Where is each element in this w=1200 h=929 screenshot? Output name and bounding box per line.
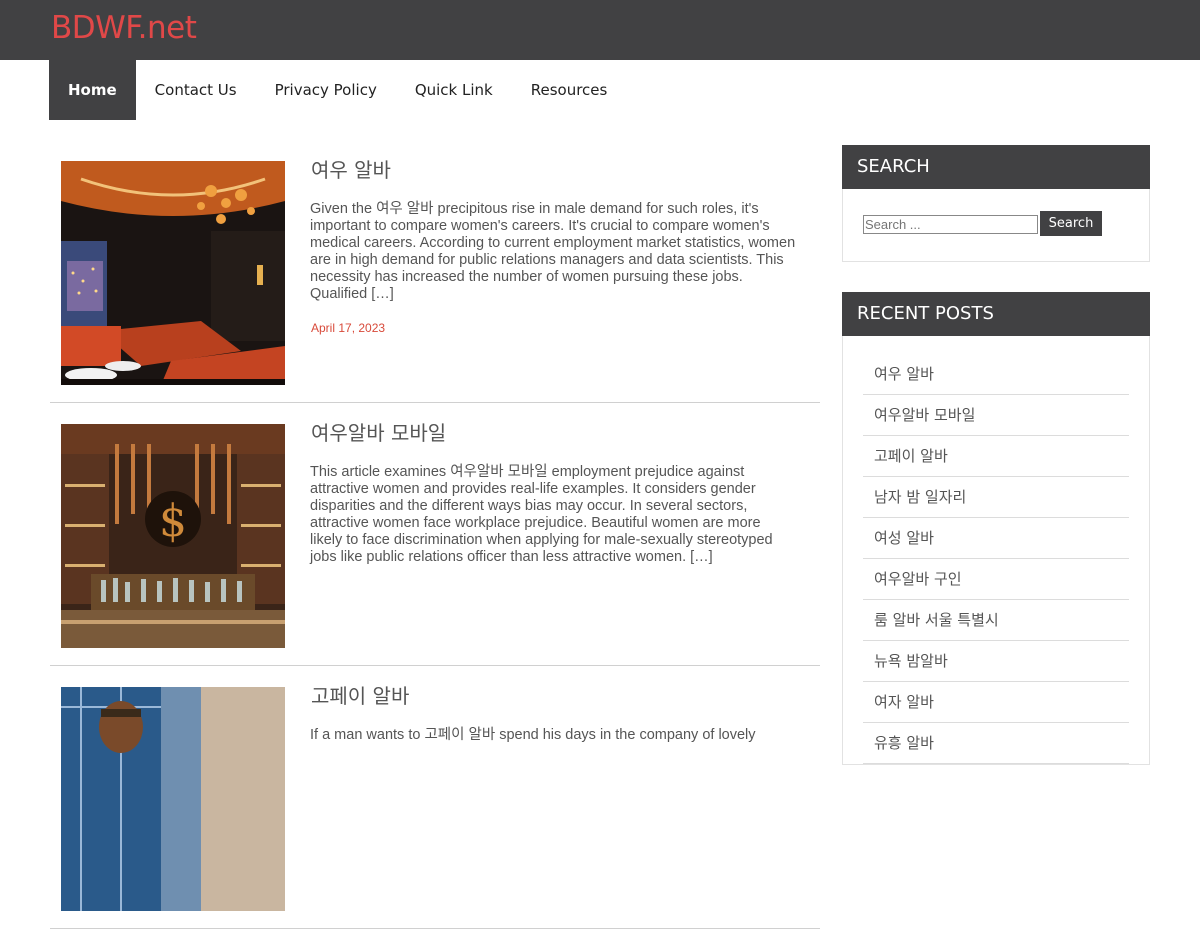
search-form: Search — [843, 189, 1149, 261]
post-card: 여우 알바 Given the 여우 알바 precipitous rise i… — [50, 140, 820, 403]
nav-item-resources[interactable]: Resources — [512, 60, 627, 120]
recent-post-link[interactable]: 룸 알바 서울 특별시 — [874, 611, 999, 629]
post-thumbnail-bar[interactable]: $ — [61, 424, 285, 648]
list-item: 여성 알바 — [863, 518, 1129, 559]
post-title-link[interactable]: 여우알바 모바일 — [311, 417, 446, 446]
recent-post-link[interactable]: 남자 밤 일자리 — [874, 488, 966, 506]
post-card: $ 여우알바 모바일 This article examines 여우알바 모바… — [50, 403, 820, 666]
recent-post-link[interactable]: 여우알바 모바일 — [874, 406, 975, 424]
search-widget: SEARCH Search — [842, 145, 1150, 262]
list-item: 여우 알바 — [863, 354, 1129, 395]
recent-post-link[interactable]: 여자 알바 — [874, 693, 934, 711]
svg-text:$: $ — [159, 496, 187, 547]
post-date-link[interactable]: April 17, 2023 — [311, 321, 385, 335]
recent-post-link[interactable]: 여우알바 구인 — [874, 570, 962, 588]
recent-post-link[interactable]: 고페이 알바 — [874, 447, 948, 465]
nav-item-contact-us[interactable]: Contact Us — [136, 60, 256, 120]
main-nav: Home Contact Us Privacy Policy Quick Lin… — [49, 60, 626, 120]
site-logo-link[interactable]: BDWF.net — [51, 10, 197, 46]
recent-post-link[interactable]: 유흥 알바 — [874, 734, 934, 752]
post-thumbnail-lounge[interactable] — [61, 161, 285, 385]
post-thumbnail-man[interactable] — [61, 687, 285, 911]
list-item: 여우알바 구인 — [863, 559, 1129, 600]
post-excerpt: This article examines 여우알바 모바일 employmen… — [310, 464, 773, 565]
recent-posts-title: RECENT POSTS — [842, 292, 1150, 336]
sidebar: SEARCH Search RECENT POSTS 여우 알바 여우알바 모바… — [842, 145, 1150, 795]
nav-item-privacy-policy[interactable]: Privacy Policy — [256, 60, 396, 120]
list-item: 유흥 알바 — [863, 723, 1129, 764]
post-title-link[interactable]: 고페이 알바 — [311, 680, 409, 709]
post-list: 여우 알바 Given the 여우 알바 precipitous rise i… — [50, 140, 820, 929]
recent-post-link[interactable]: 여성 알바 — [874, 529, 934, 547]
list-item: 룸 알바 서울 특별시 — [863, 600, 1129, 641]
list-item: 고페이 알바 — [863, 436, 1129, 477]
list-item: 여우알바 모바일 — [863, 395, 1129, 436]
post-excerpt: If a man wants to 고페이 알바 spend his days … — [310, 727, 756, 743]
post-card: 고페이 알바 If a man wants to 고페이 알바 spend hi… — [50, 666, 820, 929]
recent-posts-list: 여우 알바 여우알바 모바일 고페이 알바 남자 밤 일자리 여성 알바 여우알… — [843, 336, 1149, 764]
nav-item-quick-link[interactable]: Quick Link — [396, 60, 512, 120]
list-item: 뉴욕 밤알바 — [863, 641, 1129, 682]
list-item: 남자 밤 일자리 — [863, 477, 1129, 518]
recent-post-link[interactable]: 뉴욕 밤알바 — [874, 652, 948, 670]
search-widget-title: SEARCH — [842, 145, 1150, 189]
recent-posts-widget: RECENT POSTS 여우 알바 여우알바 모바일 고페이 알바 남자 밤 … — [842, 292, 1150, 765]
list-item: 여자 알바 — [863, 682, 1129, 723]
post-title-link[interactable]: 여우 알바 — [311, 154, 391, 183]
site-header: BDWF.net — [0, 0, 1200, 60]
search-input[interactable] — [863, 215, 1038, 234]
post-excerpt: Given the 여우 알바 precipitous rise in male… — [310, 201, 796, 302]
nav-item-home[interactable]: Home — [49, 60, 136, 120]
search-button[interactable]: Search — [1040, 211, 1102, 236]
recent-post-link[interactable]: 여우 알바 — [874, 365, 934, 383]
